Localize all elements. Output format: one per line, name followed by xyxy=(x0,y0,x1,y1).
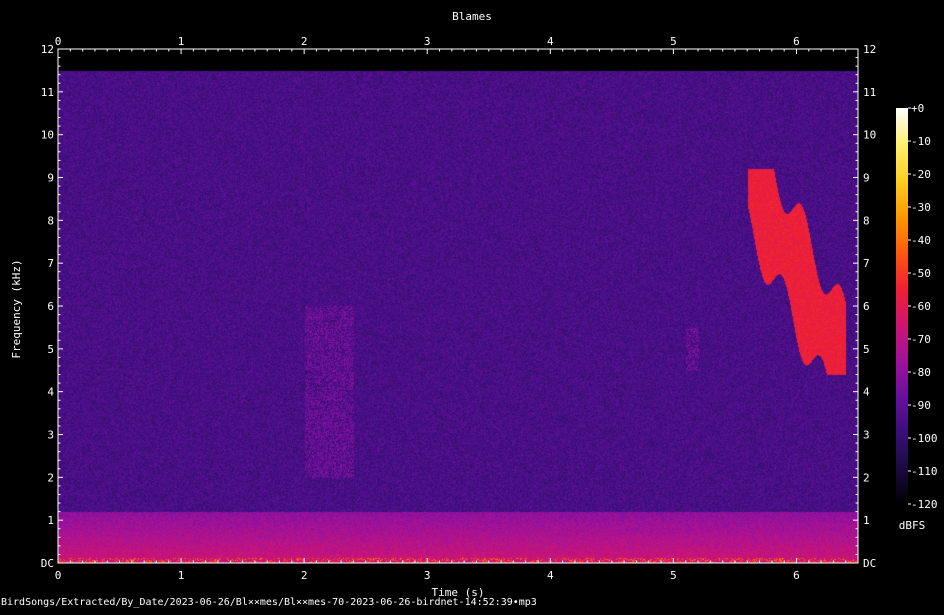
x-tick-label-top: 2 xyxy=(301,35,308,48)
x-tick-label-bottom: 2 xyxy=(301,569,308,582)
y-tick-label-right: 5 xyxy=(863,343,870,356)
colorbar-tick-label: -70 xyxy=(911,333,931,346)
x-tick-label-top: 1 xyxy=(178,35,185,48)
colorbar-tick-label: -90 xyxy=(911,399,931,412)
y-tick-label-right: 10 xyxy=(863,129,876,142)
y-tick-label-right: 9 xyxy=(863,172,870,185)
y-tick-label-right: 1 xyxy=(863,514,870,527)
colorbar-tick-label: -60 xyxy=(911,300,931,313)
y-tick-label-right: 8 xyxy=(863,214,870,227)
y-tick-label-left: DC xyxy=(41,557,54,570)
y-tick-label-left: 11 xyxy=(41,86,54,99)
x-tick-label-top: 6 xyxy=(793,35,800,48)
y-tick-label-left: 6 xyxy=(47,300,54,313)
colorbar-gradient xyxy=(896,108,908,504)
file-path: BirdSongs/Extracted/By_Date/2023-06-26/B… xyxy=(1,597,537,608)
y-tick-label-left: 5 xyxy=(47,343,54,356)
y-tick-label-left: 10 xyxy=(41,129,54,142)
x-tick-label-top: 0 xyxy=(55,35,62,48)
y-tick-label-right: DC xyxy=(863,557,876,570)
y-axis-label: Frequency (kHz) xyxy=(10,259,23,358)
y-tick-label-left: 3 xyxy=(47,429,54,442)
colorbar-tick-label: -50 xyxy=(911,267,931,280)
x-tick-label-bottom: 0 xyxy=(55,569,62,582)
y-tick-label-left: 2 xyxy=(47,471,54,484)
y-tick-label-left: 12 xyxy=(41,43,54,56)
y-tick-label-right: 2 xyxy=(863,471,870,484)
y-tick-label-right: 6 xyxy=(863,300,870,313)
x-tick-label-top: 3 xyxy=(424,35,431,48)
colorbar-tick-label: -30 xyxy=(911,201,931,214)
x-tick-label-bottom: 4 xyxy=(547,569,554,582)
colorbar-label: dBFS xyxy=(899,519,926,532)
x-tick-label-top: 5 xyxy=(670,35,677,48)
colorbar-tick-label: -100 xyxy=(911,432,938,445)
y-tick-label-right: 12 xyxy=(863,43,876,56)
x-tick-label-bottom: 5 xyxy=(670,569,677,582)
x-tick-label-bottom: 6 xyxy=(793,569,800,582)
y-tick-label-right: 11 xyxy=(863,86,876,99)
colorbar-tick-label: -80 xyxy=(911,366,931,379)
spectrogram-page: Blames 0 0 1 1 2 2 3 3 4 4 5 5 6 6 DC DC 1 1 2 2 3 3 4 4 5 5 6 6 7 7 8… xyxy=(0,0,944,611)
colorbar-tick-label: -10 xyxy=(911,135,931,148)
y-tick-label-left: 9 xyxy=(47,172,54,185)
y-tick-label-left: 8 xyxy=(47,214,54,227)
spectrogram-chart: Blames 00112233445566DC DC1 12 23 34 45 56 67 78… xyxy=(10,10,938,599)
x-tick-label-bottom: 3 xyxy=(424,569,431,582)
colorbar-tick-label: -40 xyxy=(911,234,931,247)
x-tick-label-top: 4 xyxy=(547,35,554,48)
colorbar-tick-label: -120 xyxy=(911,498,938,511)
colorbar-tick-label: -110 xyxy=(911,465,938,478)
chart-title: Blames xyxy=(452,10,492,23)
spectrogram-image xyxy=(58,49,858,563)
y-tick-label-right: 3 xyxy=(863,429,870,442)
colorbar-tick-label: +0 xyxy=(911,102,924,115)
colorbar: +0 -10 -20 -30 -40 -50 -60 -70 -80 -90 -100 -110 -12… xyxy=(896,102,938,511)
x-tick-label-bottom: 1 xyxy=(178,569,185,582)
y-tick-label-right: 7 xyxy=(863,257,870,270)
spectrogram-plot xyxy=(58,49,858,563)
y-tick-label-left: 7 xyxy=(47,257,54,270)
y-tick-label-right: 4 xyxy=(863,386,870,399)
y-tick-label-left: 4 xyxy=(47,386,54,399)
y-tick-label-left: 1 xyxy=(47,514,54,527)
colorbar-tick-label: -20 xyxy=(911,168,931,181)
